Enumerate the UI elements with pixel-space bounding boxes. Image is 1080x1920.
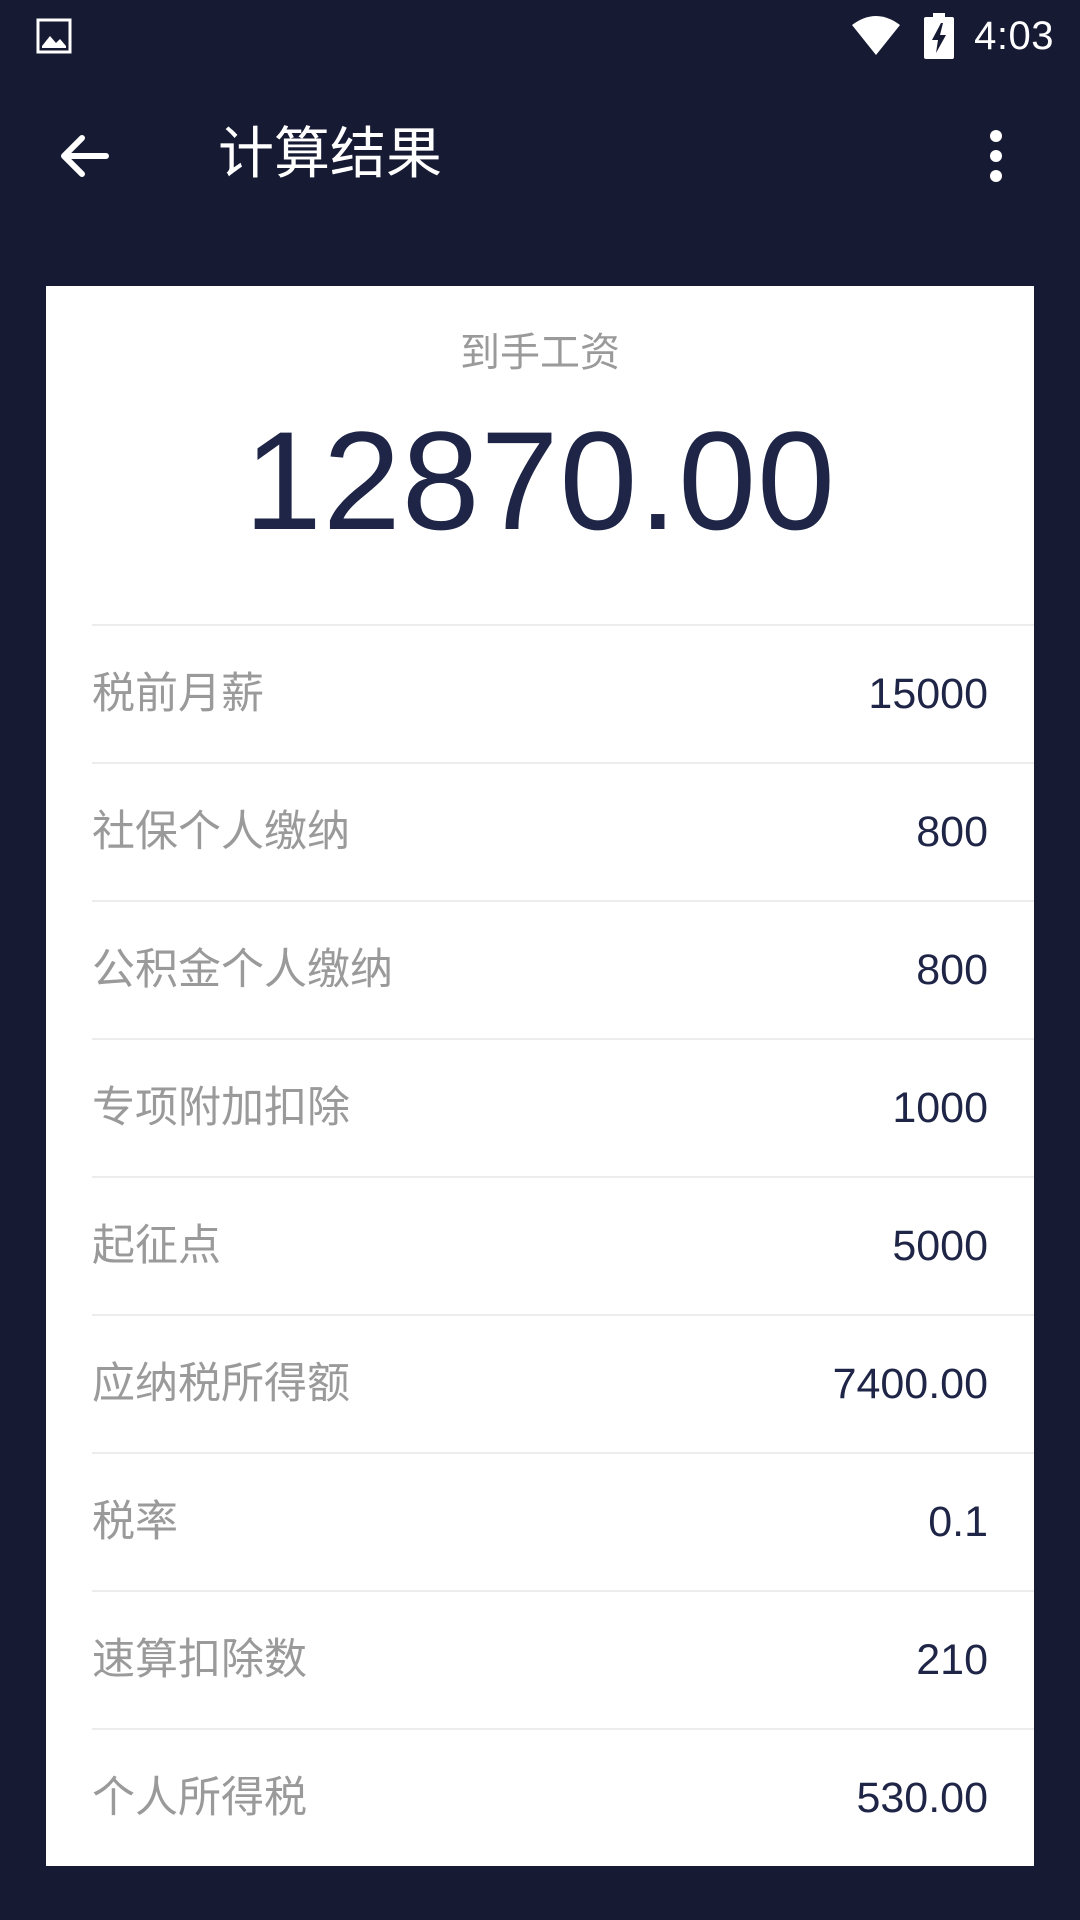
row-value: 210 (916, 1636, 988, 1684)
arrow-left-icon (61, 135, 109, 177)
row-value: 800 (916, 808, 988, 856)
battery-charging-icon (924, 13, 955, 59)
result-row-quick-deduction: 速算扣除数 210 (92, 1590, 1034, 1728)
result-row-taxable-income: 应纳税所得额 7400.00 (92, 1314, 1034, 1452)
row-label: 社保个人缴纳 (92, 807, 350, 857)
row-label: 专项附加扣除 (92, 1083, 350, 1133)
row-label: 税率 (92, 1497, 178, 1547)
row-label: 应纳税所得额 (92, 1359, 350, 1409)
result-row-housing-fund: 公积金个人缴纳 800 (92, 900, 1034, 1038)
wifi-icon (852, 16, 901, 55)
row-label: 税前月薪 (92, 669, 264, 719)
row-label: 个人所得税 (92, 1773, 307, 1823)
image-icon (36, 18, 72, 54)
page-title: 计算结果 (218, 122, 442, 187)
row-label: 公积金个人缴纳 (92, 945, 393, 995)
result-row-threshold: 起征点 5000 (92, 1176, 1034, 1314)
more-vert-icon (990, 130, 1002, 182)
net-salary-value: 12870.00 (244, 402, 836, 559)
result-row-social-insurance: 社保个人缴纳 800 (92, 762, 1034, 900)
status-bar: 4:03 (0, 0, 1080, 72)
row-value: 800 (916, 946, 988, 994)
status-time: 4:03 (974, 13, 1054, 58)
result-list: 税前月薪 15000 社保个人缴纳 800 公积金个人缴纳 800 专项附加扣除… (92, 624, 1034, 1866)
row-value: 1000 (892, 1084, 988, 1132)
result-row-special-deduction: 专项附加扣除 1000 (92, 1038, 1034, 1176)
status-right-group: 4:03 (850, 10, 1054, 62)
row-value: 530.00 (856, 1774, 988, 1822)
row-value: 0.1 (928, 1498, 988, 1546)
more-options-button[interactable] (952, 112, 1040, 200)
back-button[interactable] (40, 112, 128, 200)
row-label: 起征点 (92, 1221, 221, 1271)
row-label: 速算扣除数 (92, 1635, 307, 1685)
row-value: 15000 (868, 670, 988, 718)
result-row-tax-rate: 税率 0.1 (92, 1452, 1034, 1590)
app-bar: 计算结果 (0, 72, 1080, 240)
row-value: 7400.00 (832, 1360, 988, 1408)
row-value: 5000 (892, 1222, 988, 1270)
result-card: 到手工资 12870.00 税前月薪 15000 社保个人缴纳 800 公积金个… (46, 286, 1034, 1866)
net-salary-label: 到手工资 (460, 330, 620, 376)
result-row-pretax-salary: 税前月薪 15000 (92, 624, 1034, 762)
result-row-income-tax: 个人所得税 530.00 (92, 1728, 1034, 1866)
